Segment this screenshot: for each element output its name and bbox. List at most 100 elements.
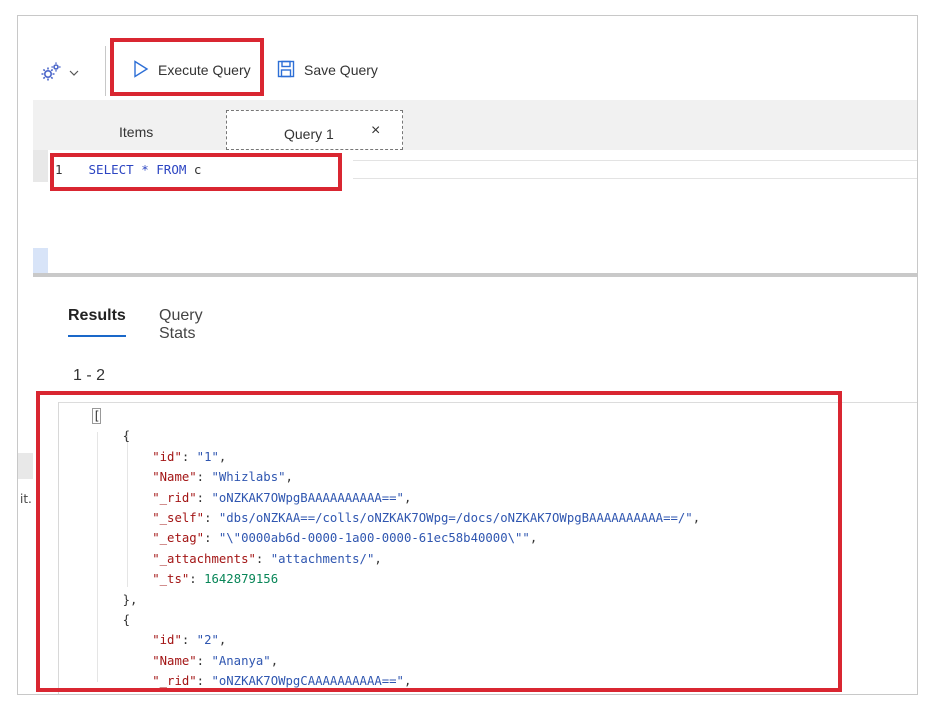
- line-number: 1: [55, 162, 63, 177]
- keyword-select: SELECT: [88, 162, 134, 177]
- json-string-value: "Whizlabs": [211, 470, 286, 485]
- json-number-value: 1642879156: [204, 572, 279, 587]
- json-punctuation: ,: [692, 511, 701, 526]
- json-string-value: "\"0000ab6d-0000-1a00-0000-61ec58b40000\…: [218, 531, 530, 546]
- json-punctuation: ,: [403, 674, 412, 689]
- json-string-value: "2": [196, 633, 219, 648]
- json-punctuation: [93, 491, 152, 505]
- json-punctuation: :: [196, 653, 212, 668]
- editor-gutter-marker: [33, 150, 48, 182]
- json-line: "_rid": "oNZKAK7OWpgCAAAAAAAAAA==",: [93, 671, 700, 691]
- json-document: [ { "id": "1", "Name": "Whizlabs", "_rid…: [91, 406, 700, 692]
- execute-query-button[interactable]: Execute Query: [133, 58, 251, 82]
- json-key: "_rid": [152, 674, 197, 689]
- tab-items[interactable]: Items: [119, 124, 153, 140]
- json-key: "_attachments": [152, 551, 256, 566]
- json-punctuation: ,: [218, 449, 227, 464]
- json-punctuation: [93, 470, 152, 484]
- json-key: "_rid": [152, 490, 197, 505]
- json-key: "_self": [152, 511, 205, 526]
- toolbar: Execute Query Save Query: [18, 16, 917, 100]
- json-line: {: [93, 610, 700, 630]
- json-punctuation: [93, 511, 152, 525]
- current-line-rule-top: [353, 160, 917, 161]
- save-query-button[interactable]: Save Query: [277, 58, 378, 82]
- json-key: "_ts": [152, 572, 190, 587]
- json-punctuation: :: [204, 511, 219, 526]
- json-line: "_etag": "\"0000ab6d-0000-1a00-0000-61ec…: [93, 528, 700, 548]
- json-punctuation: [93, 633, 152, 647]
- json-line: "_rid": "oNZKAK7OWpgBAAAAAAAAAA==",: [93, 488, 700, 508]
- json-string-value: "Ananya": [211, 653, 271, 668]
- collection-alias: c: [193, 162, 202, 177]
- json-string-value: "1": [196, 449, 219, 464]
- json-punctuation: [93, 674, 152, 688]
- json-punctuation: {: [93, 613, 131, 628]
- json-punctuation: :: [181, 449, 197, 464]
- query-editor[interactable]: 1 SELECT * FROM c: [33, 150, 917, 276]
- json-line: },: [93, 590, 700, 610]
- json-punctuation: :: [189, 572, 205, 587]
- query-line-1[interactable]: 1 SELECT * FROM c: [55, 162, 201, 177]
- json-punctuation: :: [181, 633, 197, 648]
- gear-icon[interactable]: [40, 61, 82, 83]
- json-key: "_etag": [152, 531, 205, 546]
- json-line: "_ts": 1642879156: [93, 569, 700, 589]
- editor-gutter-selection: [33, 248, 48, 274]
- json-line: "Name": "Whizlabs",: [93, 467, 700, 487]
- tab-results[interactable]: Results: [68, 307, 126, 325]
- json-punctuation: },: [93, 592, 138, 607]
- json-punctuation: [93, 531, 152, 545]
- json-string-value: "attachments/": [270, 551, 375, 566]
- json-punctuation: ,: [285, 470, 293, 485]
- json-punctuation: ,: [403, 490, 412, 505]
- save-query-label: Save Query: [304, 62, 378, 78]
- json-punctuation: [93, 450, 152, 464]
- current-line-rule-bottom: [353, 178, 917, 179]
- execute-query-label: Execute Query: [158, 62, 251, 78]
- json-punctuation: :: [255, 551, 271, 566]
- close-icon[interactable]: ×: [371, 122, 380, 140]
- json-viewer-top-border: [59, 402, 917, 403]
- json-string-value: "oNZKAK7OWpgCAAAAAAAAAA==": [211, 674, 404, 689]
- pane-splitter[interactable]: [33, 273, 917, 277]
- json-punctuation: ,: [218, 633, 227, 648]
- json-key: "id": [152, 633, 182, 648]
- json-string-value: "dbs/oNZKAA==/colls/oNZKAK7OWpg=/docs/oN…: [218, 511, 693, 526]
- json-punctuation: ,: [529, 531, 538, 546]
- json-punctuation: :: [196, 470, 212, 485]
- json-punctuation: [: [91, 408, 102, 424]
- tab-query-stats[interactable]: Query Stats: [159, 307, 203, 343]
- toolbar-separator: [105, 46, 106, 96]
- json-line: "id": "2",: [93, 630, 700, 650]
- floppy-disk-icon: [277, 60, 304, 81]
- json-string-value: "oNZKAK7OWpgBAAAAAAAAAA==": [211, 490, 404, 505]
- select-star: *: [141, 162, 149, 177]
- json-punctuation: ,: [374, 551, 382, 566]
- json-line: "_self": "dbs/oNZKAA==/colls/oNZKAK7OWpg…: [93, 508, 700, 528]
- active-tab-indicator: [68, 335, 126, 337]
- json-line: "Name": "Ananya",: [93, 651, 700, 671]
- json-key: "Name": [152, 470, 197, 485]
- json-line: "id": "1",: [93, 447, 700, 467]
- json-punctuation: [93, 552, 152, 566]
- result-count: 1 - 2: [73, 367, 106, 384]
- play-icon: [133, 59, 158, 81]
- json-punctuation: [93, 572, 152, 586]
- document-tab-bar: Items Query 1 ×: [33, 100, 917, 150]
- json-results-viewer[interactable]: [ { "id": "1", "Name": "Whizlabs", "_rid…: [58, 402, 917, 694]
- json-punctuation: :: [196, 674, 212, 689]
- json-line: [: [91, 406, 700, 426]
- json-punctuation: [93, 654, 152, 668]
- json-punctuation: :: [196, 490, 212, 505]
- json-punctuation: ,: [270, 653, 279, 668]
- json-punctuation: {: [93, 429, 131, 444]
- tab-query-1[interactable]: Query 1 ×: [226, 110, 403, 150]
- left-panel-text: it.: [20, 492, 32, 506]
- query-editor-frame: Execute Query Save Query Items Query 1 ×…: [17, 15, 918, 695]
- json-line: {: [93, 426, 700, 446]
- left-panel-fragment: [18, 453, 33, 479]
- json-key: "id": [152, 449, 182, 464]
- json-punctuation: :: [204, 531, 219, 546]
- json-line: "_attachments": "attachments/",: [93, 549, 700, 569]
